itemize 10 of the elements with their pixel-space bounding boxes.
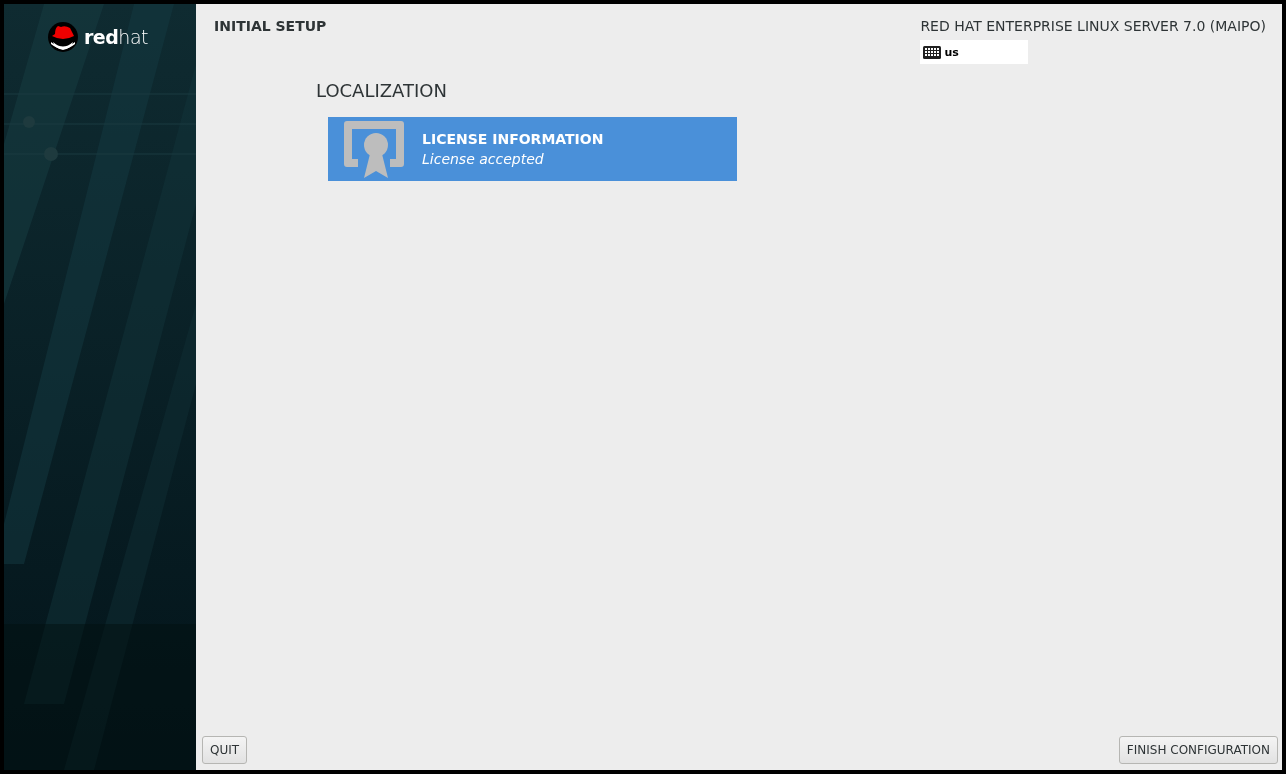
hat-icon	[48, 22, 78, 52]
quit-button[interactable]: QUIT	[202, 736, 248, 764]
product-name: RED HAT ENTERPRISE LINUX SERVER 7.0 (MAIPO)	[920, 18, 1266, 34]
finish-configuration-button[interactable]: FINISH CONFIGURATION	[1118, 736, 1278, 764]
logo-text: redhat	[84, 26, 148, 48]
keyboard-layout-indicator[interactable]: us	[920, 40, 1029, 64]
keyboard-icon	[923, 45, 942, 59]
window-title: INITIAL SETUP	[214, 18, 327, 36]
certificate-icon	[344, 120, 404, 178]
section-title: LOCALIZATION	[316, 80, 448, 101]
